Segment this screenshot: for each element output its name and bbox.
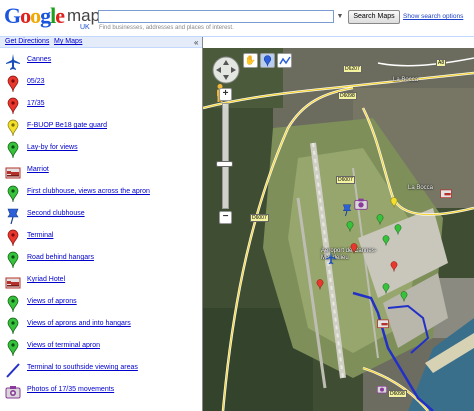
search-history-dropdown-icon[interactable]: ▼ [335, 12, 345, 22]
list-item-label[interactable]: Lay-by for views [27, 144, 78, 151]
list-item-label[interactable]: Cannes [27, 56, 51, 63]
list-item[interactable]: Lay-by for views [0, 141, 202, 161]
blue-pin-icon [263, 55, 272, 67]
green-pin-icon [7, 339, 19, 357]
header: Google maps UK ▼ Find businesses, address… [0, 0, 474, 36]
google-maps-logo[interactable]: Google maps UK [4, 3, 109, 31]
list-item[interactable]: Second clubhouse [0, 207, 202, 227]
list-item[interactable]: Kyriad Hotel [0, 273, 202, 293]
hand-tool-icon[interactable]: ✋ [243, 53, 258, 68]
list-item[interactable]: Photos of 17/35 movements [0, 383, 202, 403]
green-pin-icon[interactable] [381, 234, 391, 247]
list-item[interactable]: Marriot [0, 163, 202, 183]
blue-pushpin-icon[interactable] [341, 203, 353, 217]
red-pin-icon [7, 97, 19, 115]
satellite-imagery [203, 48, 474, 411]
bed-icon [5, 167, 21, 179]
logo-google: Google [4, 3, 65, 28]
get-directions-link[interactable]: Get Directions [5, 38, 49, 45]
list-item-label[interactable]: Marriot [27, 166, 49, 173]
zoom-slider-thumb[interactable] [216, 161, 233, 167]
line-icon [278, 56, 291, 65]
green-pin-icon[interactable] [393, 223, 403, 236]
road-label: D6207 [343, 65, 362, 73]
list-item[interactable]: Terminal to southside viewing areas [0, 361, 202, 381]
bed-icon[interactable] [438, 186, 454, 200]
blue-pushpin-icon [7, 208, 19, 225]
list-item[interactable]: 17/35 [0, 97, 202, 117]
red-pin-icon[interactable] [349, 242, 359, 255]
red-pin-icon[interactable] [389, 260, 399, 273]
red-pin-icon [7, 75, 19, 93]
list-item[interactable]: Views of aprons and into hangars [0, 317, 202, 337]
place-label: La Bocca [408, 185, 434, 191]
camera-icon[interactable] [353, 196, 369, 212]
sidebar: Cannes 05/23 17/35 F-BUOP Be18 gate guar… [0, 49, 202, 411]
zoom-out-button[interactable]: − [219, 211, 232, 224]
green-pin-icon [7, 317, 19, 335]
list-item-label[interactable]: Terminal to southside viewing areas [27, 364, 138, 371]
satellite-map[interactable]: A8 D6207 D6098 D6007 D6007 D6098 La Bocc… [203, 48, 474, 411]
list-item-label[interactable]: Views of aprons and into hangars [27, 320, 131, 327]
road-label: A8 [436, 59, 447, 67]
green-pin-icon [7, 251, 19, 269]
collapse-sidebar-icon[interactable]: « [194, 38, 198, 47]
yellow-pin-icon[interactable] [389, 196, 399, 209]
zoom-slider-track[interactable] [222, 103, 229, 209]
list-item-label[interactable]: Second clubhouse [27, 210, 85, 217]
red-pin-icon [7, 229, 19, 247]
airplane-icon [6, 54, 20, 70]
my-maps-link[interactable]: My Maps [54, 38, 82, 45]
list-item[interactable]: First clubhouse, views across the apron [0, 185, 202, 205]
list-item-label[interactable]: Photos of 17/35 movements [27, 386, 114, 393]
place-label: La Bocca [393, 77, 419, 83]
list-item-label[interactable]: Kyriad Hotel [27, 276, 65, 283]
green-pin-icon[interactable] [381, 282, 391, 295]
list-item[interactable]: Road behind hangars [0, 251, 202, 271]
road-label: D6007 [250, 214, 269, 222]
list-item-label[interactable]: Terminal [27, 232, 53, 239]
list-item[interactable]: Cannes [0, 53, 202, 73]
green-pin-icon [7, 295, 19, 313]
list-item[interactable]: F-BUOP Be18 gate guard [0, 119, 202, 139]
show-search-options-link[interactable]: Show search options [403, 13, 463, 20]
search-input[interactable] [98, 10, 334, 23]
list-item-label[interactable]: Views of terminal apron [27, 342, 100, 349]
list-item-label[interactable]: Views of aprons [27, 298, 77, 305]
blue-line-icon [6, 363, 20, 378]
airplane-icon[interactable] [324, 251, 338, 265]
yellow-pin-icon [7, 119, 19, 137]
sidebar-nav: Get Directions My Maps [0, 37, 202, 48]
list-item-label[interactable]: Road behind hangars [27, 254, 94, 261]
list-item[interactable]: Terminal [0, 229, 202, 249]
camera-icon [5, 386, 21, 399]
road-label: D6007 [336, 176, 355, 184]
camera-icon[interactable] [376, 383, 388, 395]
list-item[interactable]: Views of terminal apron [0, 339, 202, 359]
draw-line-tool-icon[interactable] [277, 53, 292, 68]
list-item[interactable]: Views of aprons [0, 295, 202, 315]
bed-icon [5, 277, 21, 289]
search-hint: Find businesses, addresses and places of… [99, 25, 234, 31]
bed-icon[interactable] [375, 316, 391, 330]
list-item-label[interactable]: F-BUOP Be18 gate guard [27, 122, 107, 129]
green-pin-icon [7, 141, 19, 159]
green-pin-icon[interactable] [399, 290, 409, 303]
placemark-tool-icon[interactable] [260, 53, 275, 68]
logo-region: UK [80, 24, 90, 31]
pan-control[interactable] [211, 55, 241, 85]
road-label: D6098 [388, 390, 407, 398]
red-pin-icon[interactable] [315, 278, 325, 291]
list-item[interactable]: 05/23 [0, 75, 202, 95]
list-item-label[interactable]: 17/35 [27, 100, 45, 107]
green-pin-icon[interactable] [345, 220, 355, 233]
road-label: D6098 [338, 92, 357, 100]
list-item-label[interactable]: First clubhouse, views across the apron [27, 188, 150, 195]
search-maps-button[interactable]: Search Maps [348, 10, 400, 24]
green-pin-icon [7, 185, 19, 203]
list-item-label[interactable]: 05/23 [27, 78, 45, 85]
zoom-in-button[interactable]: + [219, 88, 232, 101]
green-pin-icon[interactable] [375, 213, 385, 226]
